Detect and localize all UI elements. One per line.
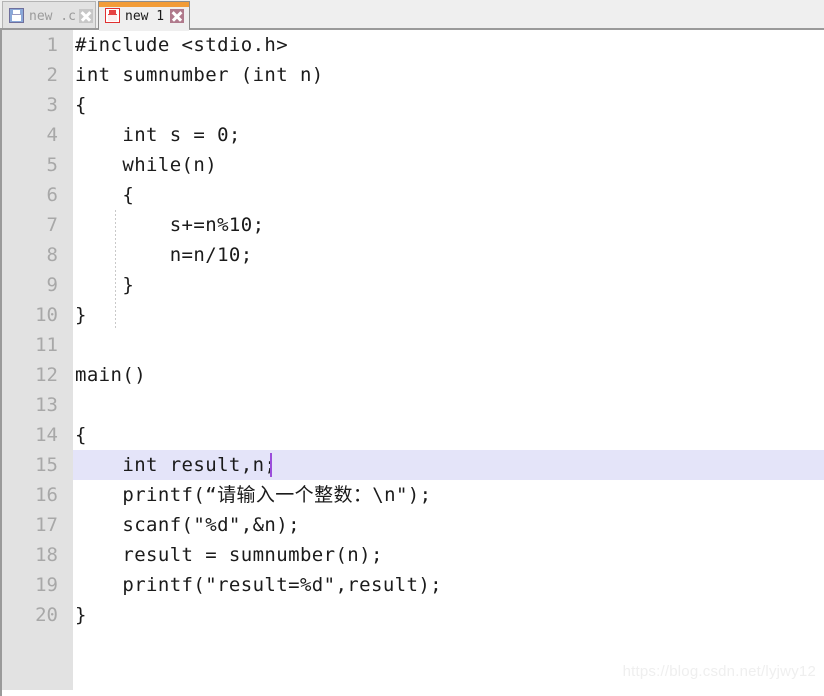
code-line-text: scanf("%d",&n); (75, 514, 300, 536)
code-line[interactable]: 20} (2, 600, 824, 630)
code-line-text: main() (75, 364, 147, 386)
code-line[interactable]: 8 n=n/10; (2, 240, 824, 270)
tab-bar: new .c new 1 (0, 0, 824, 31)
line-number: 17 (35, 514, 58, 536)
line-number: 3 (46, 94, 58, 116)
code-area[interactable]: 1 #include <stdio.h> 2 int sumnumber (int n… (2, 30, 824, 696)
code-line-text: #include <stdio.h> (75, 34, 289, 56)
tab-label: new 1 (125, 9, 165, 24)
tab-new-1[interactable]: new 1 (98, 1, 190, 31)
line-number: 14 (35, 424, 58, 446)
code-line[interactable]: 2 int sumnumber (int n) (2, 60, 824, 90)
code-line[interactable]: 4 int s = 0; (2, 120, 824, 150)
line-number: 5 (46, 154, 58, 176)
code-line[interactable]: 14 { (2, 420, 824, 450)
code-line-text: { (75, 94, 87, 116)
floppy-disk-icon (9, 8, 24, 23)
watermark: https://blog.csdn.net/lyjwy12 (622, 663, 816, 680)
code-line-text: s+=n%10; (75, 214, 265, 236)
line-number: 6 (46, 184, 58, 206)
line-number: 4 (46, 124, 58, 146)
code-line[interactable]: 19 printf("result=%d",result); (2, 570, 824, 600)
code-line-text: } (75, 304, 87, 326)
line-number: 11 (35, 334, 58, 356)
code-line-text: printf(“请输入一个整数：\n"); (75, 484, 432, 506)
code-line[interactable]: 11 (2, 330, 824, 360)
code-line-text: result = sumnumber(n); (75, 544, 383, 566)
code-line-text: n=n/10; (75, 244, 253, 266)
code-line-text: int s = 0; (75, 124, 241, 146)
code-line[interactable]: 9 } (2, 270, 824, 300)
floppy-disk-icon (105, 8, 120, 23)
line-number: 7 (46, 214, 58, 236)
code-line-text: int sumnumber (int n) (75, 64, 324, 86)
code-line[interactable]: 12 main() (2, 360, 824, 390)
code-line-text: while(n) (75, 154, 218, 176)
line-number: 8 (46, 244, 58, 266)
line-number: 2 (46, 64, 58, 86)
code-line[interactable]: 6 { (2, 180, 824, 210)
indent-guide (115, 210, 116, 330)
code-line[interactable]: 13 (2, 390, 824, 420)
line-number: 19 (35, 574, 58, 596)
line-number: 18 (35, 544, 58, 566)
code-line[interactable]: 16 printf(“请输入一个整数：\n"); (2, 480, 824, 510)
code-line-text: printf("result=%d",result); (75, 574, 443, 596)
code-line[interactable]: 3{ (2, 90, 824, 120)
code-line[interactable]: 18 result = sumnumber(n); (2, 540, 824, 570)
text-caret (269, 453, 272, 477)
editor-pane[interactable]: 1 #include <stdio.h> 2 int sumnumber (int n… (0, 30, 824, 696)
code-line-text: { (75, 424, 87, 446)
code-line-text: { (75, 184, 135, 206)
line-number: 20 (35, 604, 58, 626)
code-line[interactable]: 10} (2, 300, 824, 330)
tab-new-c[interactable]: new .c (2, 1, 96, 29)
code-editor-window: new .c new 1 1 #include <stdio.h> 2 int sum… (0, 0, 824, 696)
code-line[interactable]: 17 scanf("%d",&n); (2, 510, 824, 540)
tab-label: new .c (29, 9, 76, 24)
code-line-text: } (75, 274, 135, 296)
line-number: 9 (46, 274, 58, 296)
code-line[interactable]: 5 while(n) (2, 150, 824, 180)
active-tab-accent-bar (99, 2, 189, 7)
code-line-text: int result,n; (75, 454, 277, 476)
line-number: 15 (35, 454, 58, 476)
close-icon[interactable] (170, 8, 184, 23)
code-line[interactable]: 15 int result,n; (2, 450, 824, 480)
line-number: 16 (35, 484, 58, 506)
line-number: 1 (46, 34, 58, 56)
code-line-text: } (75, 604, 87, 626)
code-line[interactable]: 7 s+=n%10; (2, 210, 824, 240)
line-number: 12 (35, 364, 58, 386)
line-number: 10 (35, 304, 58, 326)
code-line[interactable]: 1 #include <stdio.h> (2, 30, 824, 60)
close-icon[interactable] (78, 8, 93, 23)
line-number: 13 (35, 394, 58, 416)
